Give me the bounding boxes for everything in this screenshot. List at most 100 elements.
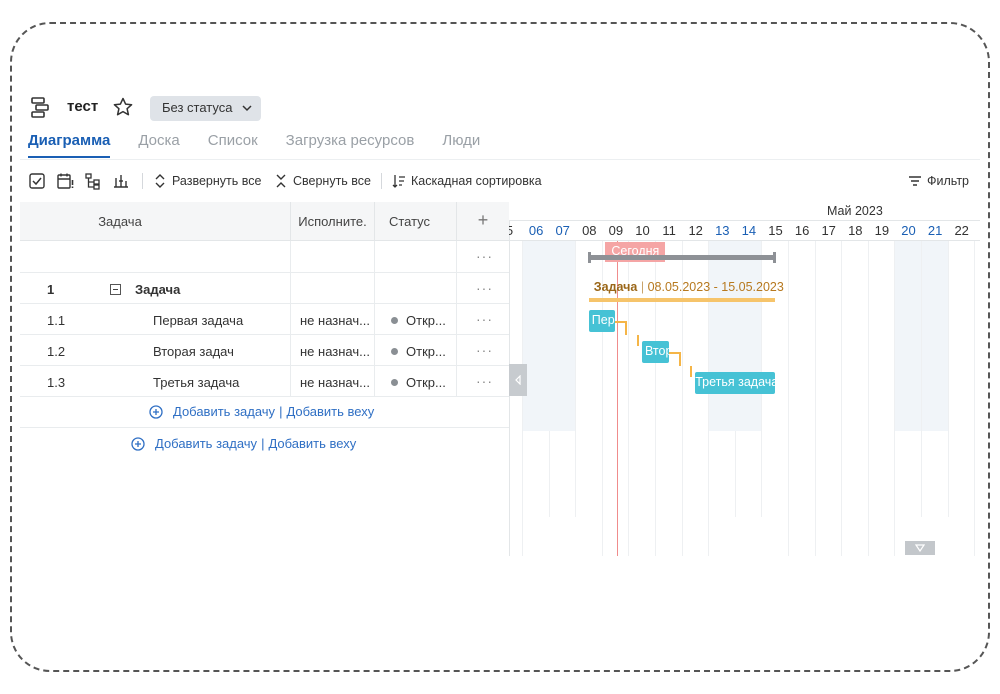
task-bar[interactable]: Третья задача	[695, 372, 775, 394]
collapse-grid-button[interactable]	[509, 364, 527, 396]
column-header-task-label: Задача	[98, 214, 142, 229]
filter-button[interactable]: Фильтр	[908, 172, 969, 190]
collapse-row-icon[interactable]	[110, 284, 121, 295]
add-task-link[interactable]: Добавить задачу	[173, 404, 275, 419]
table-row[interactable]: 1.2 Вторая задач не назнач... Откр... ··…	[20, 335, 509, 366]
tab-diagram[interactable]: Диаграмма	[20, 132, 111, 158]
cascade-sort-button[interactable]: Каскадная сортировка	[392, 172, 542, 190]
collapse-all-button[interactable]: Свернуть все	[274, 172, 371, 190]
row-menu-icon[interactable]: ···	[476, 280, 493, 296]
table-row[interactable]: 1 Задача ···	[20, 273, 509, 304]
dependency-link	[668, 352, 681, 366]
gantt-app: тест Без статуса Диаграмма Доска Список …	[20, 88, 980, 556]
day-label: 08	[582, 223, 597, 238]
column-header-task[interactable]: Задача	[20, 202, 291, 241]
day-label: 14	[741, 223, 757, 238]
add-column-button[interactable]: +	[457, 202, 509, 241]
task-bar[interactable]: Втора...	[642, 341, 669, 363]
row-menu-icon[interactable]: ···	[476, 248, 493, 264]
calendar-alert-icon[interactable]	[56, 172, 74, 190]
add-circle-icon[interactable]	[149, 404, 163, 419]
day-column	[735, 241, 763, 431]
table-cell	[20, 241, 291, 272]
row-menu-icon[interactable]: ···	[476, 311, 493, 327]
day-column	[735, 431, 763, 517]
day-column	[789, 431, 816, 517]
row-menu-icon[interactable]: ···	[476, 373, 493, 389]
day-column	[868, 431, 896, 517]
hierarchy-icon[interactable]	[84, 172, 102, 190]
day-column	[921, 241, 949, 431]
day-label: 15	[768, 223, 783, 238]
table-cell	[291, 241, 375, 272]
dependency-link	[615, 321, 628, 335]
tab-resource-load[interactable]: Загрузка ресурсов	[278, 132, 415, 158]
toolbar: Развернуть все Свернуть все Каскадная со…	[20, 168, 980, 194]
status-dropdown[interactable]: Без статуса	[150, 96, 261, 121]
assignee-value: не назнач...	[300, 344, 370, 359]
add-milestone-link[interactable]: Добавить веху	[268, 436, 356, 451]
gantt-chart: Май 2023 5 06 07 08 09 10 11 12 13 14 15 16 17 18 19 20…	[509, 202, 980, 556]
table-cell: 1.1 Первая задача	[20, 304, 291, 335]
day-label: 16	[794, 223, 810, 238]
chevron-down-icon	[915, 544, 925, 552]
add-circle-icon[interactable]	[131, 436, 145, 451]
column-header-assignee-label: Исполните.	[298, 214, 367, 229]
day-column	[549, 431, 577, 517]
column-header-status-label: Статус	[388, 214, 431, 229]
filter-icon	[909, 176, 921, 186]
assignee-cell: не назнач...	[291, 366, 375, 397]
collapse-icon	[276, 174, 286, 188]
project-bar-range: 08.05.2023 - 15.05.2023	[647, 280, 784, 294]
day-label: 5	[509, 223, 514, 238]
day-label: 22	[954, 223, 969, 238]
status-cell: Откр...	[375, 304, 457, 335]
expand-all-button[interactable]: Развернуть все	[153, 172, 261, 190]
status-dropdown-label: Без статуса	[162, 100, 233, 115]
star-icon[interactable]	[112, 96, 134, 118]
table-row[interactable]: 1.3 Третья задача не назнач... Откр... ·…	[20, 366, 509, 397]
assignee-value: не назнач...	[300, 375, 370, 390]
tab-people[interactable]: Люди	[434, 132, 480, 158]
checkbox-icon[interactable]	[28, 172, 46, 190]
day-column	[576, 431, 603, 517]
tab-board[interactable]: Доска	[130, 132, 179, 158]
day-column	[509, 431, 523, 517]
day-label: 21	[927, 223, 943, 238]
row-title: Первая задача	[153, 313, 244, 328]
add-subtask-controls: Добавить задачу | Добавить веху	[149, 404, 374, 419]
day-label: 10	[635, 223, 650, 238]
table-row[interactable]: 1.1 Первая задача не назнач... Откр... ·…	[20, 304, 509, 335]
status-cell: Откр...	[375, 366, 457, 397]
separator: |	[261, 436, 265, 451]
project-bar[interactable]	[588, 298, 775, 302]
row-menu-icon[interactable]: ···	[476, 342, 493, 358]
baseline-icon[interactable]	[112, 172, 130, 190]
chevron-left-icon	[515, 375, 521, 385]
day-column	[522, 241, 550, 431]
project-bar-label: Задача | 08.05.2023 - 15.05.2023	[594, 280, 784, 294]
table-cell	[291, 273, 375, 304]
summary-bar-line	[588, 255, 775, 260]
status-value: Откр...	[406, 375, 446, 390]
add-milestone-link[interactable]: Добавить веху	[286, 404, 374, 419]
expand-icon	[155, 174, 165, 188]
column-header-status[interactable]: Статус	[375, 202, 457, 241]
status-value: Откр...	[406, 313, 446, 328]
status-dot	[391, 317, 398, 324]
month-header: Май 2023	[509, 202, 980, 221]
row-title: Задача	[135, 282, 181, 297]
day-label: 19	[874, 223, 890, 238]
column-header-assignee[interactable]: Исполните.	[291, 202, 375, 241]
assignee-value: не назнач...	[300, 313, 370, 328]
task-bar[interactable]: Перва...	[588, 310, 616, 332]
grid-header: Задача Исполните. Статус +	[20, 202, 509, 241]
table-cell: 1 Задача	[20, 273, 291, 304]
tab-list[interactable]: Список	[200, 132, 258, 158]
scroll-down-button[interactable]	[905, 541, 935, 555]
project-icon	[31, 97, 49, 118]
add-task-link[interactable]: Добавить задачу	[155, 436, 257, 451]
separator: |	[640, 280, 645, 294]
day-column	[682, 431, 710, 517]
day-label: 06	[528, 223, 544, 238]
